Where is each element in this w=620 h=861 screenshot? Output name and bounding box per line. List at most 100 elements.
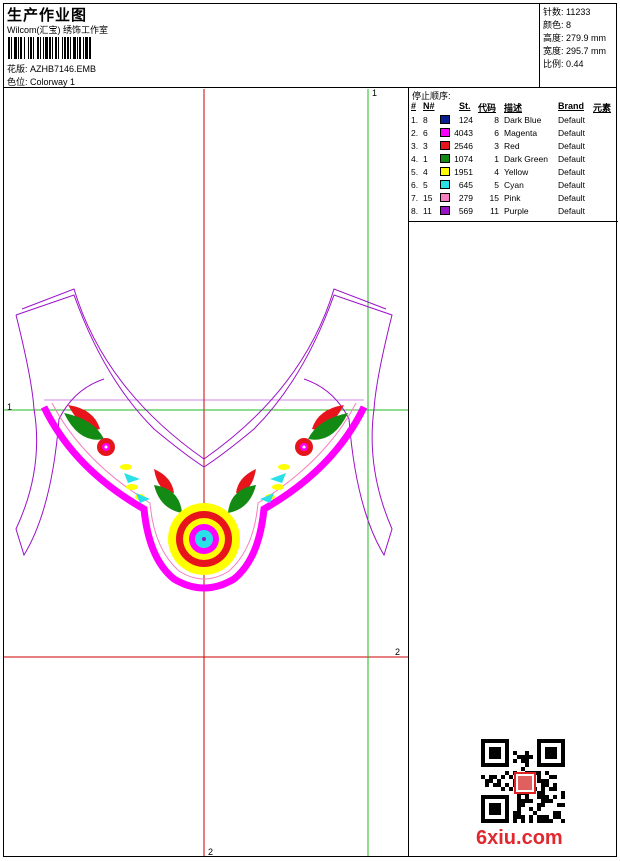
row-code: 8 xyxy=(494,115,499,125)
design-value: AZHB7146.EMB xyxy=(30,64,97,74)
row-needle: 6 xyxy=(423,128,428,138)
row-brand: Default xyxy=(558,206,585,216)
color-sequence-table: 停止顺序: # N# St. 代码 描述 Brand 元素 1. 8 124 8 Dar… xyxy=(409,88,618,222)
sequence-row: 5. 4 1951 4 Yellow Default xyxy=(409,167,618,180)
row-needle: 1 xyxy=(423,154,428,164)
row-needle: 15 xyxy=(423,193,433,203)
row-brand: Default xyxy=(558,115,585,125)
stat-colors: 颜色: 8 xyxy=(543,20,572,30)
sequence-row: 3. 3 2546 3 Red Default xyxy=(409,141,618,154)
row-stitches: 279 xyxy=(458,193,473,203)
stat-height: 高度: 279.9 mm xyxy=(543,33,607,43)
axis-label-bottom: 2 xyxy=(208,847,214,857)
row-desc: Pink xyxy=(504,193,521,203)
design-canvas: 1 1 2 2 xyxy=(4,88,408,857)
color-swatch xyxy=(440,193,450,202)
row-stitches: 2546 xyxy=(454,141,473,151)
row-stitches: 645 xyxy=(458,180,473,190)
row-code: 4 xyxy=(494,167,499,177)
row-brand: Default xyxy=(558,128,585,138)
row-needle: 11 xyxy=(423,206,432,216)
row-brand: Default xyxy=(558,141,585,151)
row-desc: Purple xyxy=(504,206,529,216)
row-index: 2. xyxy=(411,128,419,138)
barcode xyxy=(8,37,91,59)
row-index: 1. xyxy=(411,115,419,125)
color-swatch xyxy=(440,141,450,150)
embroidery-preview xyxy=(4,89,408,856)
site-logo: 6xiu.com xyxy=(476,827,563,849)
col-header-needle: N# xyxy=(423,101,435,111)
color-swatch xyxy=(440,167,450,176)
row-index: 3. xyxy=(411,141,419,151)
row-index: 8. xyxy=(411,206,419,216)
row-stitches: 4043 xyxy=(454,128,473,138)
design-file: 花版: AZHB7146.EMB xyxy=(7,62,96,75)
right-yellow-petal-2 xyxy=(272,484,284,490)
left-flower-dot xyxy=(104,445,108,449)
color-swatch xyxy=(440,180,450,189)
axis-label-left: 1 xyxy=(7,402,13,412)
colorway: 色位: Colorway 1 xyxy=(7,75,75,88)
col-header-code: 代码 xyxy=(478,103,497,113)
qr-code xyxy=(481,739,565,823)
row-code: 3 xyxy=(494,141,499,151)
row-desc: Yellow xyxy=(504,167,529,177)
col-header-desc: 描述 xyxy=(504,103,523,113)
col-header-brand: Brand xyxy=(558,101,585,111)
row-code: 1 xyxy=(494,154,499,164)
company-name: Wilcom(汇宝) 绣饰工作室 xyxy=(7,25,108,35)
row-stitches: 1074 xyxy=(454,154,473,164)
color-swatch xyxy=(440,115,450,124)
colorway-label: 色位: xyxy=(7,77,28,87)
sequence-row: 8. 11 569 11 Purple Default xyxy=(409,206,618,219)
design-label: 花版: xyxy=(7,64,28,74)
page-title: 生产作业图 xyxy=(7,7,88,24)
center-purple-dot xyxy=(202,537,206,541)
stats-panel: 针数: 11233 颜色: 8 高度: 279.9 mm 宽度: 295.7 m… xyxy=(539,3,617,88)
color-swatch xyxy=(440,128,450,137)
row-code: 15 xyxy=(489,193,499,203)
left-yellow-petal-2 xyxy=(126,484,138,490)
row-brand: Default xyxy=(558,167,585,177)
row-needle: 4 xyxy=(423,167,428,177)
row-needle: 3 xyxy=(423,141,428,151)
row-needle: 5 xyxy=(423,180,428,190)
colorway-value: Colorway 1 xyxy=(30,77,76,87)
row-desc: Cyan xyxy=(504,180,524,190)
row-index: 7. xyxy=(411,193,419,203)
stat-stitches: 针数: 11233 xyxy=(543,7,591,17)
row-code: 6 xyxy=(494,128,499,138)
col-header-stitches: St. xyxy=(459,101,471,111)
left-yellow-petal xyxy=(120,464,132,470)
header: 生产作业图 Wilcom(汇宝) 绣饰工作室 花版: AZHB7146.EMB … xyxy=(3,3,617,88)
row-brand: Default xyxy=(558,180,585,190)
sequence-row: 4. 1 1074 1 Dark Green Default xyxy=(409,154,618,167)
row-desc: Dark Green xyxy=(504,154,548,164)
axis-label-top-right: 1 xyxy=(372,88,378,98)
color-swatch xyxy=(440,154,450,163)
right-flower-dot xyxy=(302,445,306,449)
right-cyan-leaf xyxy=(270,473,286,483)
row-brand: Default xyxy=(558,193,585,203)
sequence-row: 2. 6 4043 6 Magenta Default xyxy=(409,128,618,141)
row-desc: Red xyxy=(504,141,520,151)
row-code: 11 xyxy=(490,206,499,216)
sequence-row: 7. 15 279 15 Pink Default xyxy=(409,193,618,206)
row-index: 4. xyxy=(411,154,419,164)
color-swatch xyxy=(440,206,450,215)
row-stitches: 124 xyxy=(458,115,473,125)
row-index: 6. xyxy=(411,180,419,190)
row-index: 5. xyxy=(411,167,419,177)
row-stitches: 1951 xyxy=(454,167,473,177)
row-stitches: 569 xyxy=(458,206,473,216)
stat-width: 宽度: 295.7 mm xyxy=(543,46,607,56)
row-needle: 8 xyxy=(423,115,428,125)
stat-scale: 比例: 0.44 xyxy=(543,59,584,69)
sequence-row: 6. 5 645 5 Cyan Default xyxy=(409,180,618,193)
col-header-element: 元素 xyxy=(593,103,612,113)
row-desc: Dark Blue xyxy=(504,115,542,125)
row-brand: Default xyxy=(558,154,585,164)
right-yellow-petal xyxy=(278,464,290,470)
col-header-index: # xyxy=(411,101,417,111)
